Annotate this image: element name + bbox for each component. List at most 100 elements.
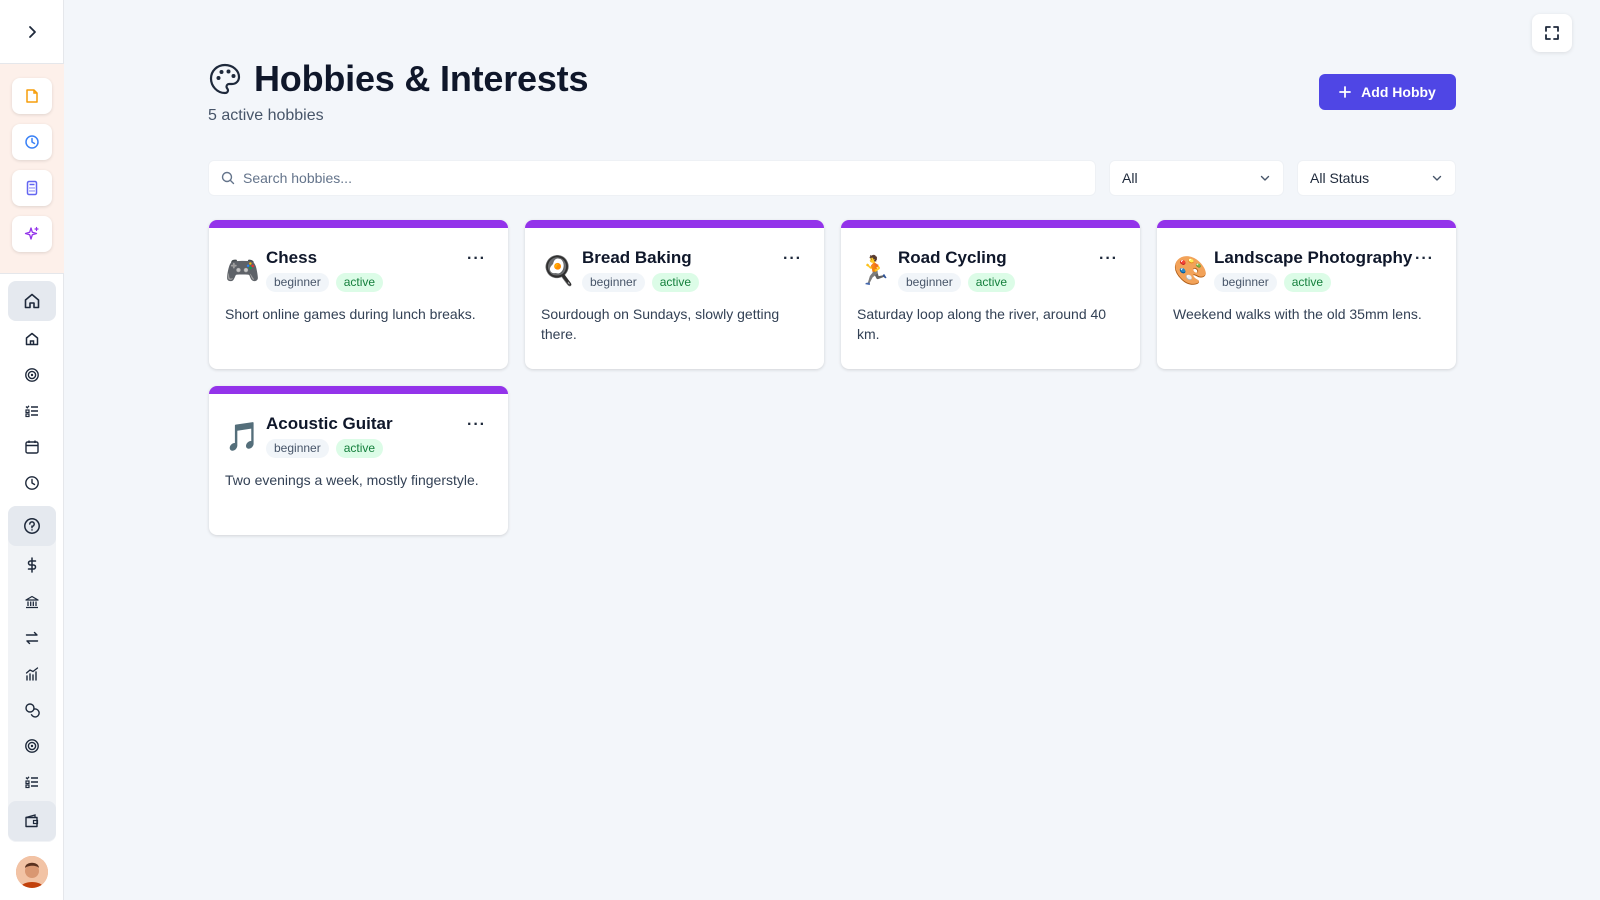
status-badge: active [1283, 273, 1332, 292]
sidebar [0, 0, 64, 900]
nav-finance[interactable] [8, 545, 56, 585]
level-badge: beginner [1214, 273, 1277, 292]
hobby-badges: beginner active [266, 439, 384, 458]
note-icon [26, 89, 38, 103]
chevron-right-icon [29, 25, 36, 38]
quick-actions-panel [0, 64, 64, 274]
clock-icon [25, 135, 39, 149]
search-bar [208, 160, 1096, 196]
search-input[interactable] [243, 170, 1063, 186]
nav-banking[interactable] [8, 582, 56, 622]
nav-goals[interactable] [8, 355, 56, 395]
card-menu-button[interactable]: ··· [467, 250, 486, 268]
status-badge: active [967, 273, 1016, 292]
hobby-card-landscape-photography[interactable]: 🎨 Landscape Photography ··· beginner act… [1157, 220, 1456, 369]
category-filter-value: All [1122, 170, 1138, 186]
card-menu-button[interactable]: ··· [1099, 250, 1118, 268]
hobby-badges: beginner active [266, 273, 384, 292]
hobby-card-road-cycling[interactable]: 🏃 Road Cycling ··· beginner active Satur… [841, 220, 1140, 369]
status-badge: active [651, 273, 700, 292]
level-badge: beginner [266, 273, 329, 292]
help-circle-icon [24, 518, 40, 534]
calculator-icon [26, 180, 38, 196]
card-accent-bar [1157, 220, 1456, 228]
quick-notes-button[interactable] [12, 78, 52, 114]
quick-ai-button[interactable] [12, 216, 52, 252]
checklist-icon [25, 776, 38, 789]
target-icon [25, 739, 39, 753]
level-badge: beginner [582, 273, 645, 292]
gamepad-icon: 🎮 [225, 254, 260, 287]
calendar-icon [25, 440, 39, 454]
status-badge: active [335, 273, 384, 292]
hobby-description: Two evenings a week, mostly fingerstyle. [225, 472, 479, 488]
hobby-card-bread-baking[interactable]: 🍳 Bread Baking ··· beginner active Sourd… [525, 220, 824, 369]
bank-icon [25, 595, 39, 609]
chart-icon [25, 667, 39, 681]
card-accent-bar [841, 220, 1140, 228]
add-hobby-button[interactable]: Add Hobby [1319, 74, 1456, 110]
palette-icon [209, 63, 241, 95]
nav-bills[interactable] [8, 762, 56, 802]
nav-time[interactable] [8, 463, 56, 503]
fullscreen-button[interactable] [1532, 14, 1572, 52]
active-hobbies-count: 5 active hobbies [208, 107, 324, 124]
page-title: Hobbies & Interests [254, 58, 589, 99]
hobby-name: Landscape Photography [1214, 248, 1413, 267]
sidebar-toggle-button[interactable] [0, 0, 64, 64]
coins-icon [25, 703, 40, 718]
hobby-name: Chess [266, 248, 318, 267]
nav-budget[interactable] [8, 690, 56, 730]
home-icon [24, 293, 40, 309]
palette-emoji-icon: 🎨 [1173, 254, 1208, 287]
hobby-badges: beginner active [1214, 273, 1332, 292]
card-menu-button[interactable]: ··· [1415, 250, 1434, 268]
house-icon [25, 332, 39, 346]
hobby-card-chess[interactable]: 🎮 Chess ··· beginner active Short online… [209, 220, 508, 369]
level-badge: beginner [898, 273, 961, 292]
nav-wallet[interactable] [8, 801, 56, 841]
level-badge: beginner [266, 439, 329, 458]
nav-dashboard[interactable] [8, 281, 56, 321]
nav-transfers[interactable] [8, 618, 56, 658]
card-accent-bar [525, 220, 824, 228]
user-avatar-image [16, 856, 48, 888]
category-filter-select[interactable]: All [1109, 160, 1284, 196]
quick-calculator-button[interactable] [12, 170, 52, 206]
dollar-icon [27, 557, 37, 573]
plus-icon [1339, 86, 1352, 98]
nav-calendar[interactable] [8, 427, 56, 467]
status-filter-value: All Status [1310, 170, 1370, 186]
nav-investments[interactable] [8, 654, 56, 694]
chevron-down-icon [1260, 175, 1270, 181]
target-icon [25, 368, 39, 382]
hobby-name: Road Cycling [898, 248, 1007, 267]
user-avatar[interactable] [16, 856, 48, 888]
quick-clock-button[interactable] [12, 124, 52, 160]
hobby-card-acoustic-guitar[interactable]: 🎵 Acoustic Guitar ··· beginner active Tw… [209, 386, 508, 535]
nav-savings-goals[interactable] [8, 726, 56, 766]
hobby-badges: beginner active [898, 273, 1016, 292]
transfer-icon [25, 631, 39, 645]
add-hobby-label: Add Hobby [1361, 84, 1436, 100]
card-accent-bar [209, 386, 508, 394]
nav-household[interactable] [8, 319, 56, 359]
nav-help[interactable] [8, 506, 56, 546]
card-menu-button[interactable]: ··· [783, 250, 802, 268]
hobby-name: Bread Baking [582, 248, 692, 267]
page-header: Hobbies & Interests [208, 58, 588, 100]
hobby-badges: beginner active [582, 273, 700, 292]
music-note-icon: 🎵 [225, 420, 260, 453]
checklist-icon [25, 405, 38, 418]
hobby-description: Short online games during lunch breaks. [225, 306, 476, 322]
expand-icon [1545, 26, 1559, 40]
hobby-description: Saturday loop along the river, around 40… [857, 306, 1107, 342]
clock-icon [25, 476, 39, 490]
status-badge: active [335, 439, 384, 458]
wallet-icon [25, 814, 39, 828]
card-accent-bar [209, 220, 508, 228]
hobby-description: Weekend walks with the old 35mm lens. [1173, 306, 1422, 322]
nav-tasks[interactable] [8, 391, 56, 431]
status-filter-select[interactable]: All Status [1297, 160, 1456, 196]
card-menu-button[interactable]: ··· [467, 416, 486, 434]
